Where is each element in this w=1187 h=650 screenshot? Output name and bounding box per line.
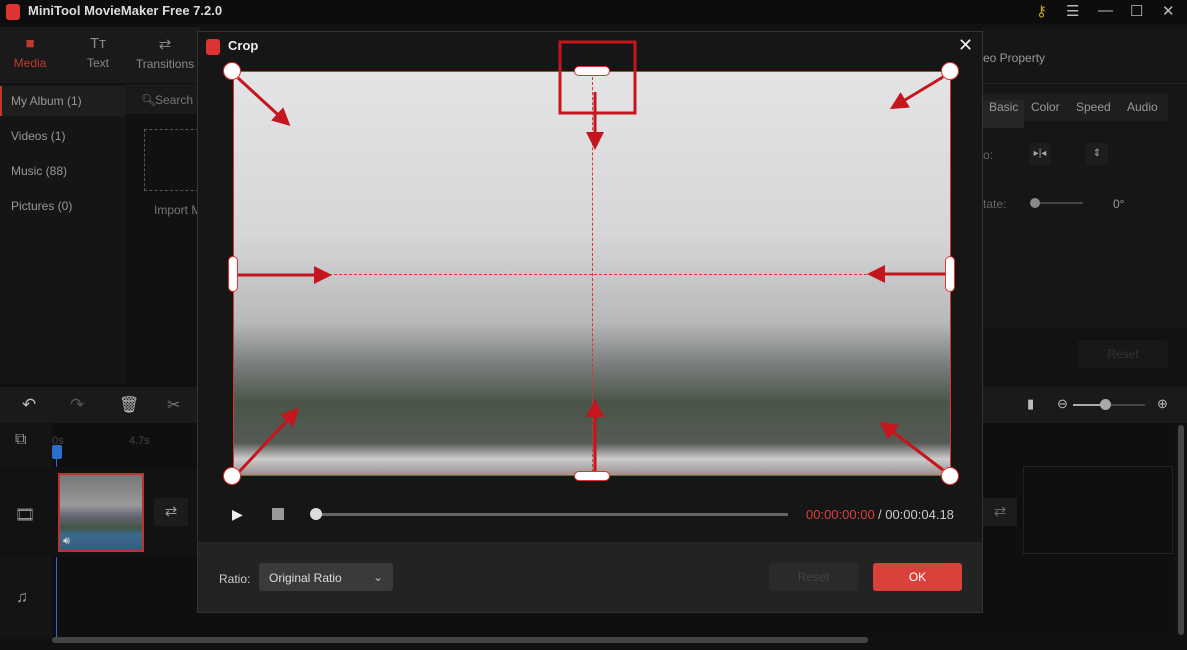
close-icon[interactable]: ✕ [1162,2,1175,20]
music-track-icon: ♫ [16,589,28,606]
crop-handle-top[interactable] [574,66,610,76]
crop-handle-bottom[interactable] [574,471,610,481]
property-panel: eo Property Basic Color Speed Audio o: ▸… [983,27,1187,387]
app-title: MiniTool MovieMaker Free 7.2.0 [28,3,223,18]
minimize-icon[interactable]: — [1098,2,1113,19]
ratio-dropdown[interactable]: Original Ratio ⌄ [259,563,393,591]
rotate-slider-handle[interactable] [1030,198,1040,208]
crop-handle-bottom-left[interactable] [223,467,241,485]
playback-slider[interactable] [316,513,788,516]
tab-speed[interactable]: Speed [1076,100,1111,114]
crop-annotations [235,40,946,475]
maximize-icon[interactable]: ☐ [1130,2,1143,20]
import-media-button[interactable] [144,129,204,191]
stop-icon[interactable] [272,508,284,520]
time-mark: 4.7s [129,435,150,447]
search-icon: 🔍︎ [141,93,157,107]
vertical-scrollbar[interactable] [1178,425,1184,635]
play-icon[interactable]: ▶ [232,506,243,523]
zoom-slider-handle[interactable] [1100,399,1112,410]
transition-slot-button[interactable]: ⇄ [154,498,188,526]
menu-icon[interactable]: ☰ [1066,2,1079,20]
reset-button[interactable]: Reset [769,563,858,591]
ratio-value: Original Ratio [269,571,342,585]
folder-icon: ■ [25,35,35,52]
video-track-icon: 🎞︎ [15,507,36,524]
sidebar-item-videos[interactable]: Videos (1) [11,129,65,143]
sidebar-item-pictures[interactable]: Pictures (0) [11,199,72,213]
crop-handle-right[interactable] [945,256,955,292]
playback-handle[interactable] [310,508,322,520]
panel-title: eo Property [983,51,1046,65]
import-label: Import M [154,203,202,217]
app-logo [6,4,20,20]
flip-vertical-icon[interactable]: ⇕ [1086,143,1108,165]
undo-icon[interactable]: ↶ [22,395,36,415]
zoom-in-icon[interactable]: ⊕ [1157,396,1168,412]
chevron-down-icon: ⌄ [373,570,384,584]
delete-icon[interactable]: 🗑︎ [119,395,139,415]
crop-handle-left[interactable] [228,256,238,292]
fit-icon[interactable]: ▮ [1027,396,1034,412]
tab-color[interactable]: Color [1031,100,1060,114]
redo-icon[interactable]: ↷ [70,395,84,415]
video-clip[interactable]: 🔊︎ [58,473,144,552]
transition-slot-button-2[interactable]: ⇄ [983,498,1017,526]
transitions-icon: ⇄ [158,36,172,53]
rotate-slider[interactable] [1035,202,1083,204]
property-reset-button[interactable]: Reset [1078,340,1168,368]
horizontal-scrollbar[interactable] [52,637,868,643]
nav-label: Media [13,56,47,70]
flip-label: o: [983,148,994,162]
nav-text[interactable]: Tт Text [82,35,114,70]
tab-audio[interactable]: Audio [1127,100,1158,114]
ok-button[interactable]: OK [873,563,962,591]
nav-media[interactable]: ■ Media [12,35,48,70]
nav-transitions[interactable]: ⇄ Transitions [135,35,195,71]
sidebar-item-music[interactable]: Music (88) [11,164,67,178]
crop-dialog: Crop ✕ ▶ 00:00:00:00 / 00:00:04.18 Ratio… [197,31,983,613]
crop-handle-top-left[interactable] [223,62,241,80]
zoom-out-icon[interactable]: ⊖ [1057,396,1068,412]
title-bar: MiniTool MovieMaker Free 7.2.0 ⚷ ☰ — ☐ ✕ [0,0,1187,24]
tab-basic[interactable]: Basic [983,100,1025,128]
dialog-footer: Ratio: Original Ratio ⌄ Reset OK [198,542,982,612]
current-time: 00:00:00:00 [806,507,875,522]
key-icon[interactable]: ⚷ [1036,2,1047,20]
crop-handle-bottom-right[interactable] [941,467,959,485]
ratio-label: Ratio: [219,572,251,586]
nav-label: Transitions [135,57,195,71]
sidebar: My Album (1) Videos (1) Music (88) Pictu… [0,84,125,384]
rotate-value: 0° [1113,197,1125,211]
search-input[interactable]: 🔍︎ Search m [125,84,206,114]
total-time: / 00:00:04.18 [878,507,954,522]
volume-icon[interactable]: 🔊︎ [63,535,70,548]
text-icon: Tт [89,35,107,52]
scissors-icon[interactable]: ✂ [167,395,180,415]
playhead[interactable] [52,445,62,459]
add-track-icon[interactable]: ⧉ [15,431,26,449]
flip-horizontal-icon[interactable]: ▸|◂ [1029,143,1051,165]
top-nav: ■ Media Tт Text ⇄ Transitions [0,27,200,83]
nav-label: Text [86,56,109,70]
sidebar-item-my-album[interactable]: My Album (1) [11,94,82,108]
rotate-label: tate: [983,197,1007,211]
crop-handle-top-right[interactable] [941,62,959,80]
